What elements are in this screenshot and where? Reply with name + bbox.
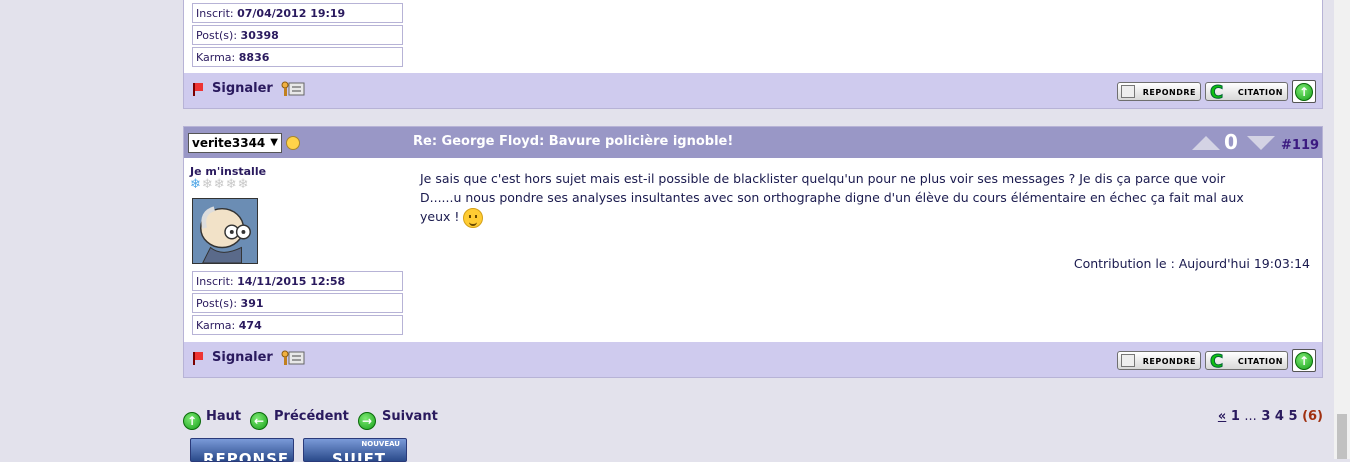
moderation-tools-icon[interactable] <box>280 80 306 98</box>
arrow-left-icon[interactable]: ← <box>250 412 268 430</box>
post-header: verite3344 ▼ Re: George Floyd: Bavure pol… <box>184 127 1322 158</box>
quote-c-icon: C <box>1210 82 1224 104</box>
vote-up-icon[interactable] <box>1192 136 1220 150</box>
current-page: (6) <box>1302 409 1323 424</box>
chevron-down-icon: ▼ <box>270 137 278 148</box>
new-topic-button[interactable]: NOUVEAU SUJET <box>303 438 407 462</box>
thread-navigation: ↑ Haut ← Précédent → Suivant « 1 ... 3 4… <box>183 406 1323 430</box>
vote-count: 0 <box>1224 130 1238 154</box>
page-scrollbar[interactable] <box>1334 0 1350 459</box>
contribution-date: Contribution le : Aujourd'hui 19:03:14 <box>1073 256 1310 271</box>
arrow-up-icon: ↑ <box>1295 352 1313 370</box>
report-link[interactable]: Signaler <box>212 81 273 96</box>
page-ellipsis: ... <box>1244 409 1257 424</box>
author-dropdown[interactable]: verite3344 ▼ <box>188 133 282 153</box>
rank-snowflake-icons: ❄❄❄❄❄ <box>190 177 250 192</box>
pagination: « 1 ... 3 4 5 (6) <box>1218 409 1323 424</box>
arrow-up-icon[interactable]: ↑ <box>183 412 201 430</box>
smile-icon <box>463 207 484 228</box>
post-text-line: Je sais que c'est hors sujet mais est-il… <box>420 171 1226 186</box>
report-link[interactable]: Signaler <box>212 350 273 365</box>
page-link[interactable]: 5 <box>1288 409 1297 424</box>
post-text-line: D......u nous pondre ses analyses insult… <box>420 190 1244 205</box>
previous-post: Inscrit: 07/04/2012 19:19 Post(s): 30398… <box>183 0 1323 109</box>
posts-count-info: Post(s): 391 <box>192 293 403 313</box>
post-footer: Signaler REPONDRE C CITATION ↑ <box>184 342 1322 377</box>
registered-info: Inscrit: 14/11/2015 12:58 <box>192 271 403 291</box>
forum-thread: Inscrit: 07/04/2012 19:19 Post(s): 30398… <box>183 0 1323 400</box>
post-body: Je sais que c'est hors sujet mais est-il… <box>420 169 1315 228</box>
karma-info: Karma: 474 <box>192 315 403 335</box>
post-footer: Signaler REPONDRE C CITATION ↑ <box>184 73 1322 108</box>
reply-button[interactable]: REPONDRE <box>1117 351 1201 370</box>
nav-previous-link[interactable]: Précédent <box>274 409 349 424</box>
arrow-right-icon[interactable]: → <box>358 412 376 430</box>
reply-thread-button[interactable]: REPONSE <box>190 438 294 462</box>
page-link[interactable]: 1 <box>1231 409 1240 424</box>
quote-button[interactable]: C CITATION <box>1205 82 1288 104</box>
posts-count-info: Post(s): 30398 <box>192 25 403 45</box>
document-icon <box>1121 354 1135 367</box>
avatar[interactable] <box>192 198 258 264</box>
reply-button[interactable]: REPONDRE <box>1117 82 1201 101</box>
quote-button[interactable]: C CITATION <box>1205 351 1288 373</box>
flag-icon[interactable] <box>193 352 203 365</box>
page-link[interactable]: 3 <box>1261 409 1270 424</box>
scrollbar-thumb[interactable] <box>1337 414 1347 459</box>
nav-next-link[interactable]: Suivant <box>382 409 438 424</box>
moderation-tools-icon[interactable] <box>280 349 306 367</box>
document-icon <box>1121 85 1135 98</box>
vote-down-icon[interactable] <box>1247 136 1275 150</box>
post-title[interactable]: Re: George Floyd: Bavure policière ignob… <box>413 134 733 149</box>
page-link[interactable]: 4 <box>1275 409 1284 424</box>
registered-info: Inscrit: 07/04/2012 19:19 <box>192 3 403 23</box>
back-to-top-button[interactable]: ↑ <box>1292 80 1316 103</box>
karma-info: Karma: 8836 <box>192 47 403 67</box>
quote-c-icon: C <box>1210 351 1224 373</box>
status-emoticon-icon <box>286 136 300 150</box>
forum-post: verite3344 ▼ Re: George Floyd: Bavure pol… <box>183 126 1323 378</box>
post-text-line: yeux ! <box>420 209 460 224</box>
page-first-link[interactable]: « <box>1218 409 1226 424</box>
nav-top-link[interactable]: Haut <box>206 409 241 424</box>
post-number-link[interactable]: #119 <box>1281 138 1319 153</box>
back-to-top-button[interactable]: ↑ <box>1292 349 1316 372</box>
arrow-up-icon: ↑ <box>1295 83 1313 101</box>
flag-icon[interactable] <box>193 83 203 96</box>
